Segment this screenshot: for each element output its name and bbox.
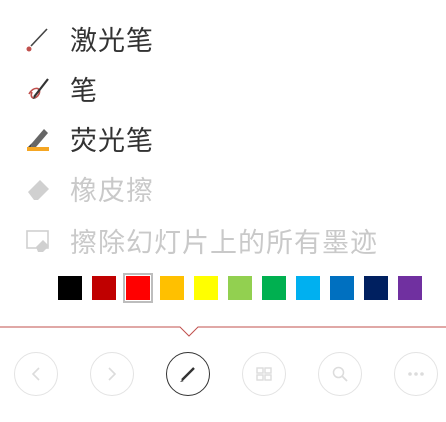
erase-all-ink-icon xyxy=(20,222,56,258)
color-swatch-dark-red[interactable] xyxy=(92,276,116,300)
previous-icon xyxy=(31,367,40,381)
menu-item-pen[interactable]: 笔 xyxy=(20,66,98,110)
menu-item-label: 激光笔 xyxy=(70,25,154,57)
more-options-button[interactable] xyxy=(394,352,438,396)
pen-tool-icon xyxy=(180,367,195,382)
menu-item-label: 荧光笔 xyxy=(70,125,154,157)
highlighter-icon xyxy=(20,120,56,156)
color-swatch-white[interactable] xyxy=(28,276,52,300)
zoom-icon xyxy=(332,366,348,382)
next-slide-button[interactable] xyxy=(90,352,134,396)
color-swatch-yellow[interactable] xyxy=(194,276,218,300)
next-icon xyxy=(108,367,117,381)
menu-callout-divider xyxy=(0,326,446,337)
menu-item-eraser[interactable]: 橡皮擦 xyxy=(20,166,154,210)
color-swatch-purple[interactable] xyxy=(398,276,422,300)
menu-item-erase-all-ink[interactable]: 擦除幻灯片上的所有墨迹 xyxy=(20,218,378,262)
color-swatch-orange[interactable] xyxy=(160,276,184,300)
slideshow-toolbar xyxy=(0,352,446,398)
pen-icon xyxy=(20,70,56,106)
color-swatch-blue[interactable] xyxy=(330,276,354,300)
zoom-button[interactable] xyxy=(318,352,362,396)
color-swatch-black[interactable] xyxy=(58,276,82,300)
color-swatch-light-blue[interactable] xyxy=(296,276,320,300)
menu-item-laser-pointer[interactable]: 激光笔 xyxy=(20,16,154,60)
color-swatch-red[interactable] xyxy=(123,273,153,303)
menu-item-label: 笔 xyxy=(70,75,98,107)
color-swatch-green[interactable] xyxy=(262,276,286,300)
color-swatch-light-green[interactable] xyxy=(228,276,252,300)
laser-pointer-icon xyxy=(20,20,56,56)
eraser-icon xyxy=(20,170,56,206)
ink-color-palette xyxy=(0,273,446,303)
menu-item-label: 橡皮擦 xyxy=(70,175,154,207)
see-all-slides-button[interactable] xyxy=(242,352,286,396)
slides-icon xyxy=(256,367,272,381)
pen-tool-button[interactable] xyxy=(166,352,210,396)
menu-item-highlighter[interactable]: 荧光笔 xyxy=(20,116,154,160)
menu-item-label: 擦除幻灯片上的所有墨迹 xyxy=(70,227,378,259)
more-icon xyxy=(408,372,424,376)
previous-slide-button[interactable] xyxy=(14,352,58,396)
color-swatch-dark-blue[interactable] xyxy=(364,276,388,300)
